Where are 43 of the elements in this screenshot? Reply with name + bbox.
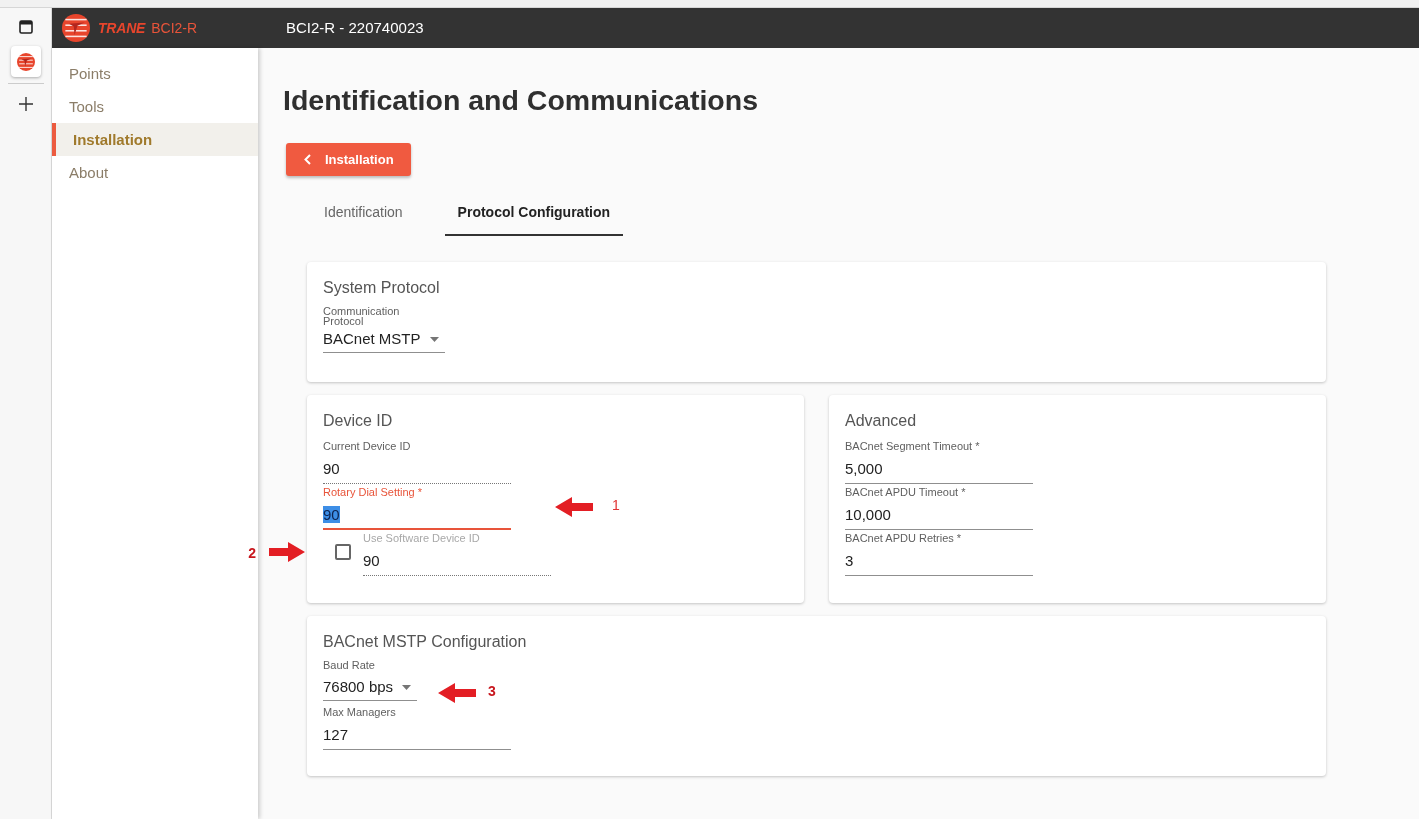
page-title: Identification and Communications — [283, 83, 760, 117]
app-button[interactable] — [10, 46, 41, 77]
sidebar-item[interactable]: About — [52, 156, 258, 189]
panel-icon — [18, 19, 33, 34]
text-field[interactable]: 90 — [323, 505, 511, 530]
annotation-number: 2 — [248, 545, 256, 561]
sidebar-item[interactable]: Tools — [52, 90, 258, 123]
text-field[interactable]: 3 — [845, 551, 1033, 576]
field-label: Baud Rate — [323, 660, 376, 673]
logo-icon — [16, 52, 35, 71]
field-label: BACnet Segment Timeout * — [845, 439, 981, 453]
card-title: System Protocol — [323, 278, 441, 298]
product-name: BCI2-R — [151, 18, 198, 38]
card-title: Device ID — [323, 411, 394, 431]
field-label: Communication Protocol — [323, 306, 401, 326]
left-arrow-icon — [555, 496, 593, 517]
dropdown-field[interactable]: BACnet MSTP — [323, 330, 445, 353]
field-label: BACnet APDU Timeout * — [845, 485, 967, 499]
dropdown-field[interactable]: 76800 bps — [323, 678, 418, 701]
field-label: Rotary Dial Setting * — [323, 485, 424, 499]
tab[interactable]: Protocol Configuration — [444, 190, 624, 236]
text-field[interactable]: 5,000 — [845, 459, 1033, 484]
text-field[interactable]: 10,000 — [845, 505, 1033, 530]
annotation-number: 1 — [612, 496, 620, 513]
field-label: Max Managers — [323, 705, 397, 719]
card-title: BACnet MSTP Configuration — [323, 632, 528, 652]
text-field[interactable]: 127 — [323, 725, 511, 750]
annotation-number: 3 — [488, 682, 496, 699]
logo-icon — [62, 14, 90, 42]
field-label: BACnet APDU Retries * — [845, 531, 963, 545]
caret-down-icon — [429, 336, 439, 342]
plus-icon — [18, 96, 33, 111]
tab[interactable]: Identification — [311, 190, 416, 236]
right-arrow-icon — [269, 542, 305, 562]
caret-down-icon — [402, 684, 412, 690]
card-title: Advanced — [845, 411, 918, 431]
sidebar-item[interactable]: Points — [52, 57, 258, 90]
chevron-left-icon — [304, 154, 311, 165]
field-label: Use Software Device ID — [363, 531, 481, 545]
device-title: BCI2-R - 220740023 — [286, 17, 424, 38]
brand-name: TRANE — [98, 18, 146, 38]
field-label: Current Device ID — [323, 439, 412, 453]
left-arrow-icon — [438, 682, 477, 703]
